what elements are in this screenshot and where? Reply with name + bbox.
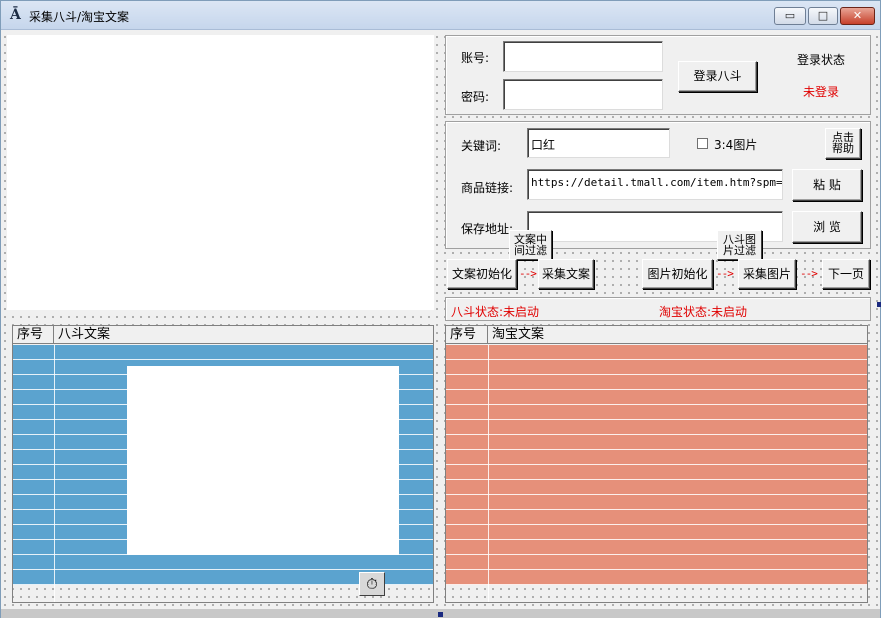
resize-handle-bottom[interactable] [438,612,443,617]
badou-col-divider [54,345,55,602]
ratio-checkbox[interactable] [697,138,708,149]
login-group: 账号: 密码: 登录八斗 登录状态 未登录 [445,35,871,115]
taobao-table-row[interactable] [446,450,867,465]
taobao-table[interactable]: 序号 淘宝文案 [445,325,868,603]
keyword-input[interactable]: 口红 [527,128,670,158]
taobao-table-row[interactable] [446,375,867,390]
image-init-button[interactable]: 图片初始化 [642,259,713,289]
taobao-table-row[interactable] [446,495,867,510]
link-input[interactable]: https://detail.tmall.com/item.htm?spm=a2… [527,169,783,200]
app-icon: Ā [10,7,21,23]
taobao-status: 淘宝状态:未启动 [659,303,747,320]
badou-col-copy[interactable]: 八斗文案 [54,326,433,343]
taobao-status-label: 淘宝状态: [659,305,712,319]
login-status-value: 未登录 [803,85,840,99]
taobao-col-divider [488,345,489,602]
taobao-table-row[interactable] [446,525,867,540]
taobao-table-header: 序号 淘宝文案 [446,326,867,344]
taobao-table-row[interactable] [446,570,867,585]
resize-handle-right[interactable] [877,302,881,307]
next-page-button[interactable]: 下一页 [822,259,870,289]
taobao-table-body[interactable] [446,345,867,602]
paste-button[interactable]: 粘 贴 [792,169,862,201]
badou-status: 八斗状态:未启动 [451,303,539,320]
save-path-label: 保存地址: [461,222,514,236]
password-input[interactable] [503,79,663,110]
minimize-button[interactable]: ▭ [774,7,806,25]
taobao-col-index[interactable]: 序号 [446,326,488,343]
taobao-status-value: 未启动 [711,305,748,319]
arrow-2: --> [716,267,734,280]
ratio-checkbox-label: 3:4图片 [714,138,758,152]
taobao-table-row[interactable] [446,405,867,420]
badou-table-row[interactable] [13,555,433,570]
taobao-table-row[interactable] [446,510,867,525]
keyword-label: 关键词: [461,139,502,153]
title-bar[interactable]: Ā 采集八斗/淘宝文案 ▭ □ ✕ [1,1,880,30]
password-label: 密码: [461,90,490,104]
badou-col-index[interactable]: 序号 [13,326,54,343]
taobao-table-row[interactable] [446,435,867,450]
copy-filter-button[interactable]: 文案中 间过滤 [509,230,552,260]
main-window: Ā 采集八斗/淘宝文案 ▭ □ ✕ 账号: 密码: 登录八斗 登录状态 未登录 … [0,0,881,618]
badou-table-row[interactable] [13,345,433,360]
maximize-button[interactable]: □ [808,7,838,25]
copy-filter-line2: 间过滤 [514,244,547,257]
taobao-table-row[interactable] [446,420,867,435]
image-filter-line2: 片过滤 [723,244,756,257]
preview-panel [7,35,434,310]
taobao-table-row[interactable] [446,465,867,480]
taobao-table-row[interactable] [446,540,867,555]
close-button[interactable]: ✕ [840,7,875,25]
image-preview-box [127,366,399,555]
help-button[interactable]: 点击 帮助 [825,128,861,159]
collect-images-button[interactable]: 采集图片 [738,259,796,289]
taobao-table-row[interactable] [446,390,867,405]
arrow-3: --> [800,267,818,280]
badou-status-value: 未启动 [503,305,540,319]
timer-icon[interactable]: ⏱ [359,572,385,596]
taobao-table-row[interactable] [446,555,867,570]
account-label: 账号: [461,51,490,65]
link-label: 商品链接: [461,181,514,195]
window-title: 采集八斗/淘宝文案 [29,10,130,24]
account-input[interactable] [503,41,663,72]
login-button[interactable]: 登录八斗 [678,61,757,92]
login-status-label: 登录状态 [797,53,846,67]
taobao-col-copy[interactable]: 淘宝文案 [488,326,867,343]
taobao-rows[interactable] [446,345,867,602]
taobao-table-row[interactable] [446,480,867,495]
collect-copy-button[interactable]: 采集文案 [538,259,594,289]
taobao-table-row[interactable] [446,345,867,360]
taobao-table-row[interactable] [446,360,867,375]
help-button-line2: 帮助 [832,142,854,155]
copy-init-button[interactable]: 文案初始化 [447,259,517,289]
browse-button[interactable]: 浏 览 [792,211,862,243]
arrow-1: --> [519,267,537,280]
badou-status-label: 八斗状态: [451,305,504,319]
badou-table-header: 序号 八斗文案 [13,326,433,344]
image-filter-button[interactable]: 八斗图 片过滤 [717,230,762,260]
status-group: 八斗状态:未启动 淘宝状态:未启动 [445,297,871,321]
